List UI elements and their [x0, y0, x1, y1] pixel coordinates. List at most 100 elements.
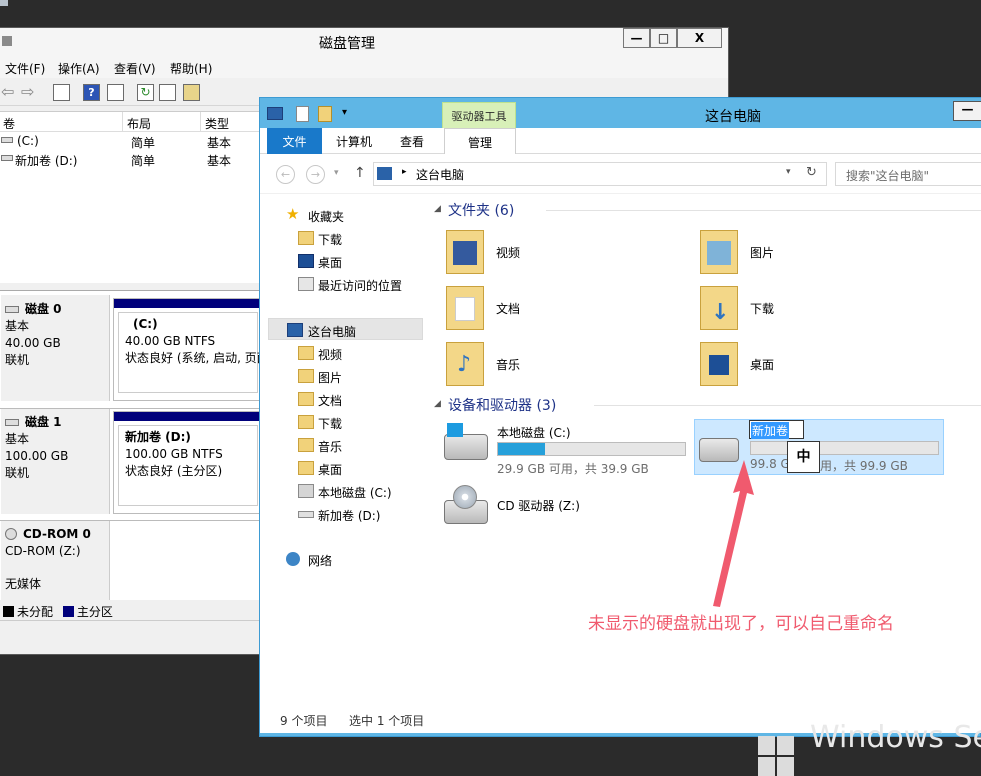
view-icon[interactable]	[107, 84, 124, 101]
desktop-folder-icon	[298, 461, 314, 475]
drive-free-space-end: 用，共 99.9 GB	[820, 459, 908, 473]
partition-c[interactable]: (C:) 40.00 GB NTFS 状态良好 (系统, 启动, 页面	[113, 298, 269, 401]
nav-item-desktop[interactable]: 桌面	[260, 250, 425, 272]
maximize-button[interactable]: □	[650, 28, 677, 48]
disk-size: 100.00 GB	[5, 449, 69, 463]
nav-item-thispc[interactable]: 这台电脑	[268, 318, 423, 340]
folder-pictures[interactable]: 图片	[700, 226, 950, 282]
disk-1-label[interactable]: 磁盘 1 基本 100.00 GB 联机	[1, 408, 110, 514]
close-button[interactable]: X	[677, 28, 722, 48]
menu-action[interactable]: 操作(A)	[58, 60, 100, 77]
drive-icon	[1, 137, 13, 143]
corner-icon	[0, 0, 8, 6]
item-count: 9 个项目	[280, 714, 328, 728]
devices-group-header[interactable]: 设备和驱动器 (3)	[448, 395, 556, 415]
properties-icon[interactable]	[296, 106, 309, 122]
disk-name: 磁盘 0	[25, 302, 62, 316]
nav-item-downloads-pc[interactable]: 下载	[260, 411, 425, 433]
explorer-window: ▾ 驱动器工具 这台电脑 — 文件 计算机 查看 管理 ← → ▾ ↑ ▸ 这台…	[259, 97, 981, 737]
nav-item-recent[interactable]: 最近访问的位置	[260, 273, 425, 295]
nav-item-music[interactable]: 音乐	[260, 434, 425, 456]
partition-size: 40.00 GB NTFS	[125, 334, 216, 348]
nav-item-drive-c[interactable]: 本地磁盘 (C:)	[260, 480, 425, 502]
tab-file[interactable]: 文件	[267, 128, 322, 154]
folder-music[interactable]: ♪ 音乐	[446, 338, 696, 394]
tab-computer[interactable]: 计算机	[324, 128, 384, 154]
help-icon[interactable]: ?	[83, 84, 100, 101]
minimize-button[interactable]: —	[953, 101, 981, 121]
chevron-down-icon[interactable]: ▾	[342, 107, 347, 118]
disk-0-label[interactable]: 磁盘 0 基本 40.00 GB 联机	[1, 295, 110, 401]
drive-d-usage-bar	[750, 441, 939, 455]
folder-videos[interactable]: 视频	[446, 226, 696, 282]
folders-group-header[interactable]: 文件夹 (6)	[448, 200, 514, 220]
drive-free-space: 29.9 GB 可用，共 39.9 GB	[497, 462, 649, 476]
folder-desktop[interactable]: 桌面	[700, 338, 950, 394]
search-input[interactable]: 搜索"这台电脑"	[835, 162, 981, 186]
nav-item-pictures[interactable]: 图片	[260, 365, 425, 387]
rename-input[interactable]: 新加卷	[749, 420, 804, 439]
volume-row[interactable]: 新加卷 (D:) 简单 基本	[0, 152, 261, 169]
rescan-icon[interactable]	[159, 84, 176, 101]
documents-folder-icon	[298, 392, 314, 406]
minimize-button[interactable]: —	[623, 28, 650, 48]
tab-view[interactable]: 查看	[388, 128, 436, 154]
ime-indicator[interactable]: 中	[787, 441, 820, 473]
address-dropdown-icon[interactable]: ▾	[786, 167, 791, 177]
windows-logo-icon	[758, 736, 794, 776]
properties-icon[interactable]	[53, 84, 70, 101]
videos-folder-icon	[446, 230, 484, 274]
collapse-icon[interactable]: ◢	[434, 399, 441, 409]
music-folder-icon	[298, 438, 314, 452]
nav-item-desktop-pc[interactable]: 桌面	[260, 457, 425, 479]
nav-item-favorites[interactable]: ★ 收藏夹	[260, 204, 425, 226]
nav-item-videos[interactable]: 视频	[260, 342, 425, 364]
drive-icon	[298, 511, 314, 518]
volume-type: 基本	[207, 154, 232, 168]
recent-chevron-icon[interactable]: ▾	[334, 168, 339, 178]
menu-view[interactable]: 查看(V)	[114, 60, 156, 77]
column-layout[interactable]: 布局	[123, 112, 201, 132]
legend-unallocated-swatch	[3, 606, 14, 617]
breadcrumb-chevron-icon: ▸	[402, 167, 407, 177]
address-bar[interactable]: ▸ 这台电脑 ▾ ↻	[373, 162, 827, 186]
partition-size: 100.00 GB NTFS	[125, 447, 223, 461]
forward-icon[interactable]: →	[306, 165, 325, 184]
collapse-icon[interactable]: ◢	[434, 204, 441, 214]
cdrom-label[interactable]: CD-ROM 0 CD-ROM (Z:) 无媒体	[1, 520, 110, 603]
app-icon	[2, 36, 12, 46]
nav-item-downloads[interactable]: 下载	[260, 227, 425, 249]
menu-file[interactable]: 文件(F)	[5, 60, 45, 77]
drive-c-tile[interactable]: 本地磁盘 (C:) 29.9 GB 可用，共 39.9 GB	[444, 422, 694, 478]
refresh-icon[interactable]: ↻	[806, 165, 817, 180]
volume-row[interactable]: (C:) 简单 基本	[0, 134, 261, 151]
nav-item-documents[interactable]: 文档	[260, 388, 425, 410]
folder-downloads[interactable]: ↓ 下载	[700, 282, 950, 338]
folder-documents[interactable]: 文档	[446, 282, 696, 338]
menu-bar: 文件(F) 操作(A) 查看(V) 帮助(H)	[0, 56, 728, 78]
back-arrow-icon[interactable]: ⇦	[1, 84, 14, 100]
downloads-folder-icon	[298, 415, 314, 429]
explorer-title-bar: ▾ 驱动器工具 这台电脑 —	[260, 98, 981, 132]
partition-d[interactable]: 新加卷 (D:) 100.00 GB NTFS 状态良好 (主分区)	[113, 411, 263, 514]
forward-arrow-icon[interactable]: ⇨	[21, 84, 34, 100]
documents-folder-icon	[446, 286, 484, 330]
menu-help[interactable]: 帮助(H)	[170, 60, 212, 77]
new-folder-icon[interactable]	[318, 106, 332, 122]
nav-item-network[interactable]: 网络	[260, 548, 425, 570]
tab-manage[interactable]: 管理	[444, 128, 516, 155]
drive-name: 本地磁盘 (C:)	[497, 426, 571, 440]
music-folder-icon: ♪	[446, 342, 484, 386]
column-type[interactable]: 类型	[201, 112, 261, 132]
partition-title: (C:)	[133, 317, 158, 331]
disk-name: CD-ROM 0	[23, 527, 91, 541]
settings-icon[interactable]	[183, 84, 200, 101]
drive-z-tile[interactable]: CD 驱动器 (Z:)	[444, 480, 694, 536]
column-volume[interactable]: 卷	[0, 112, 123, 132]
back-icon[interactable]: ←	[276, 165, 295, 184]
volume-type: 基本	[207, 136, 232, 150]
up-arrow-icon[interactable]: ↑	[354, 165, 366, 181]
refresh-icon[interactable]: ↻	[137, 84, 154, 101]
nav-item-drive-d[interactable]: 新加卷 (D:)	[260, 503, 425, 525]
network-icon	[286, 552, 300, 566]
